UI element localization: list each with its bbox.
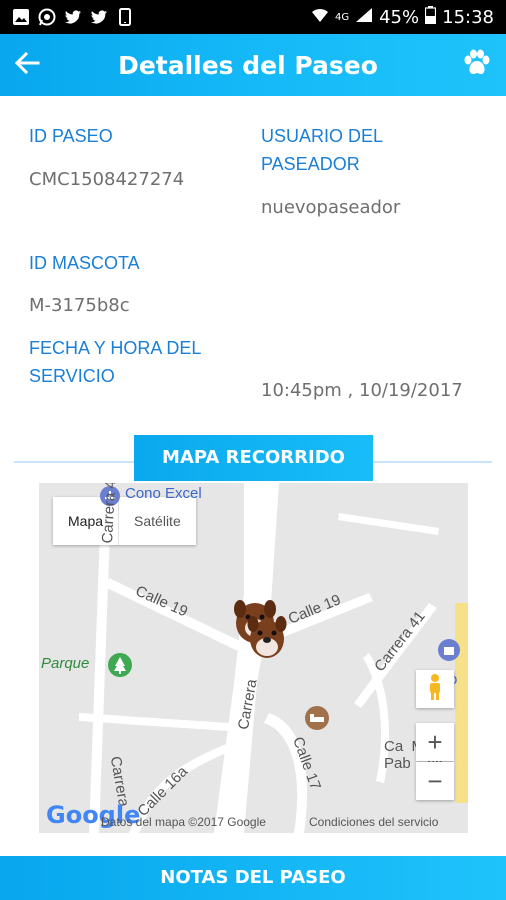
walker-label-line1: USUARIO DEL (261, 126, 384, 146)
walk-notes-button[interactable]: NOTAS DEL PASEO (0, 856, 506, 900)
whatsapp-icon (38, 8, 56, 26)
page-title: Detalles del Paseo (118, 50, 378, 80)
pegman-icon (426, 673, 444, 706)
phone-vibrate-icon (116, 8, 134, 26)
paw-icon (462, 49, 492, 82)
map-route-button[interactable]: MAPA RECORRIDO (134, 435, 373, 481)
battery-percent: 45% (379, 6, 420, 28)
zoom-in-button[interactable]: + (416, 723, 454, 761)
notification-icons (12, 8, 134, 26)
map-terms-link[interactable]: Condiciones del servicio (309, 815, 438, 829)
dog-marker-icon-2[interactable] (246, 611, 288, 666)
twitter-icon-2 (90, 8, 108, 26)
paw-button[interactable] (454, 42, 500, 88)
walker-value: nuevopaseador (261, 197, 401, 218)
wifi-icon (311, 7, 329, 28)
gallery-icon (12, 8, 30, 26)
park-tree-icon (107, 652, 133, 683)
network-type: 4G (334, 11, 350, 23)
walk-id-value: CMC1508427274 (29, 169, 185, 190)
battery-icon (425, 5, 437, 29)
app-bar: Detalles del Paseo (0, 34, 506, 96)
datetime-label-line2: SERVICIO (29, 366, 115, 386)
twitter-icon (64, 8, 82, 26)
shop-pin-icon (437, 638, 461, 667)
signal-icon (355, 7, 373, 28)
clock: 15:38 (442, 6, 494, 28)
route-map[interactable]: Mapa Satélite Cono Excel Parque Carrera … (39, 483, 468, 833)
datetime-value: 10:45pm , 10/19/2017 (261, 380, 463, 401)
map-type-satellite[interactable]: Satélite (118, 497, 196, 545)
hotel-icon (304, 705, 330, 736)
zoom-out-button[interactable]: − (416, 762, 454, 800)
place-top: Cono Excel (125, 485, 202, 502)
walk-id-label: ID PASEO (29, 126, 113, 146)
arrow-left-icon (14, 51, 40, 80)
pet-id-value: M-3175b8c (29, 295, 130, 316)
street-view-pegman[interactable] (416, 670, 454, 708)
datetime-label-line1: FECHA Y HORA DEL (29, 338, 202, 358)
status-bar: 4G 45% 15:38 (0, 0, 506, 34)
pet-id-label: ID MASCOTA (29, 253, 140, 273)
walker-label-line2: PASEADOR (261, 154, 360, 174)
system-status: 4G 45% 15:38 (311, 5, 494, 29)
park-label: Parque (41, 655, 90, 672)
map-type-toggle: Mapa Satélite (53, 497, 196, 545)
map-attribution: Datos del mapa ©2017 Google (101, 815, 266, 829)
